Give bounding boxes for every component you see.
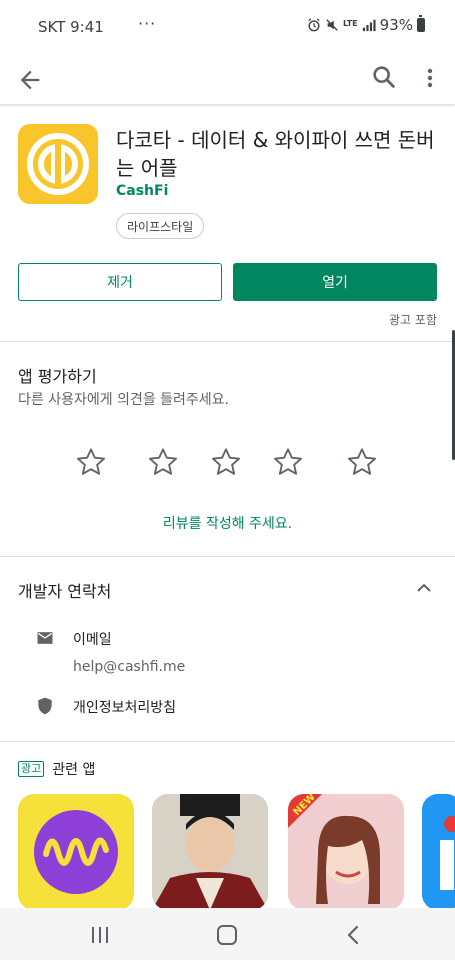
nav-back-icon[interactable]	[344, 924, 362, 946]
cashfi-logo-icon	[27, 133, 89, 195]
alarm-icon	[308, 18, 320, 32]
divider	[0, 341, 455, 342]
related-apps-title: 관련 앱	[52, 762, 96, 778]
email-icon	[37, 632, 53, 644]
star-5-icon[interactable]	[346, 446, 378, 478]
privacy-policy-link[interactable]: 개인정보처리방침	[73, 697, 176, 717]
more-notifications-icon: ···	[138, 14, 157, 33]
purple-wave-icon	[34, 810, 118, 894]
divider	[0, 556, 455, 557]
related-app-2[interactable]	[152, 794, 268, 910]
system-navigation-bar	[0, 908, 455, 960]
status-icons: LTE 93%	[307, 15, 425, 34]
star-2-icon[interactable]	[147, 446, 179, 478]
battery-percent: 93%	[379, 16, 413, 34]
drama-character-icon	[152, 794, 268, 910]
related-apps-header: 광고 관련 앱	[18, 759, 95, 779]
more-options-icon[interactable]	[418, 64, 442, 92]
category-chip[interactable]: 라이프스타일	[116, 213, 205, 239]
open-button[interactable]: 열기	[233, 263, 437, 301]
blue-app-icon	[422, 794, 455, 910]
mute-icon	[326, 19, 338, 31]
star-1-icon[interactable]	[75, 446, 107, 478]
app-title: 다코타 - 데이터 & 와이파이 쓰면 돈버는 어플	[116, 128, 435, 180]
app-bar	[0, 54, 455, 104]
new-idol-game-icon: NEW	[288, 794, 404, 910]
status-bar: SKT 9:41 ··· LTE 93%	[0, 0, 455, 54]
shield-icon	[38, 697, 52, 715]
ad-badge: 광고	[18, 761, 45, 777]
rate-app-subtitle: 다른 사용자에게 의견을 들려주세요.	[18, 392, 229, 408]
star-3-icon[interactable]	[210, 446, 242, 478]
write-review-link[interactable]: 리뷰를 작성해 주세요.	[0, 513, 455, 533]
lte-indicator: LTE	[342, 19, 358, 28]
app-icon	[18, 124, 98, 204]
recent-apps-icon[interactable]	[90, 926, 110, 944]
email-label[interactable]: 이메일	[73, 629, 112, 649]
home-icon[interactable]	[216, 924, 238, 946]
contains-ads-note: 광고 포함	[389, 313, 437, 327]
email-value[interactable]: help@cashfi.me	[73, 659, 185, 675]
related-app-3[interactable]: NEW	[288, 794, 404, 910]
star-4-icon[interactable]	[272, 446, 304, 478]
battery-icon	[417, 15, 425, 32]
carrier-time: SKT 9:41	[38, 18, 104, 36]
rate-app-title: 앱 평가하기	[18, 367, 97, 386]
divider	[0, 741, 455, 742]
remove-button[interactable]: 제거	[18, 263, 222, 301]
chevron-up-icon[interactable]	[412, 576, 436, 600]
related-app-4[interactable]	[422, 794, 455, 910]
developer-link[interactable]: CashFi	[116, 183, 168, 199]
developer-contact-title[interactable]: 개발자 연락처	[18, 578, 111, 602]
signal-icon	[362, 19, 376, 32]
star-rating	[0, 446, 455, 480]
back-arrow-icon[interactable]	[16, 66, 44, 94]
related-app-1[interactable]	[18, 794, 134, 910]
search-icon[interactable]	[370, 63, 398, 91]
